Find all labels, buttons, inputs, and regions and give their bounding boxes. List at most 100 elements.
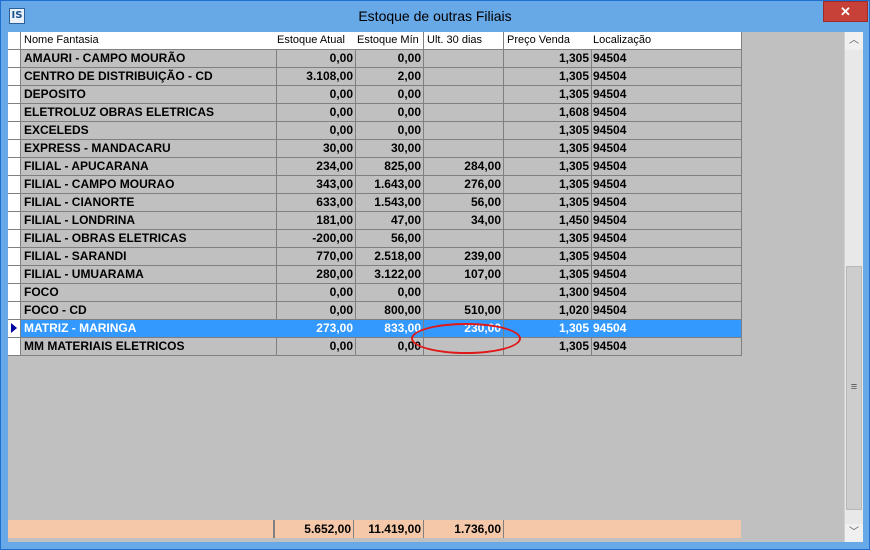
row-indicator[interactable] bbox=[8, 86, 21, 104]
cell-preco-venda[interactable]: 1,305 bbox=[504, 68, 592, 86]
cell-localizacao[interactable]: 94504 bbox=[590, 86, 742, 104]
cell-ult-30-dias[interactable] bbox=[424, 50, 504, 68]
cell-preco-venda[interactable]: 1,305 bbox=[504, 338, 592, 356]
cell-nome-fantasia[interactable]: FILIAL - SARANDI bbox=[21, 248, 277, 266]
cell-estoque-min[interactable]: 2.518,00 bbox=[354, 248, 424, 266]
cell-localizacao[interactable]: 94504 bbox=[590, 104, 742, 122]
cell-estoque-atual[interactable]: 234,00 bbox=[274, 158, 356, 176]
row-indicator[interactable] bbox=[8, 158, 21, 176]
cell-nome-fantasia[interactable]: FILIAL - CIANORTE bbox=[21, 194, 277, 212]
cell-ult-30-dias[interactable] bbox=[424, 230, 504, 248]
table-row[interactable]: CENTRO DE DISTRIBUIÇÃO - CD 3.108,00 2,00 1… bbox=[8, 68, 742, 86]
cell-preco-venda[interactable]: 1,305 bbox=[504, 86, 592, 104]
title-bar[interactable]: IS Estoque de outras Filiais ✕ bbox=[1, 1, 869, 32]
cell-preco-venda[interactable]: 1,305 bbox=[504, 194, 592, 212]
cell-localizacao[interactable]: 94504 bbox=[590, 194, 742, 212]
cell-estoque-min[interactable]: 0,00 bbox=[354, 50, 424, 68]
table-row[interactable]: FOCO - CD 0,00 800,00 510,00 1,020 94504 bbox=[8, 302, 742, 320]
scroll-up-icon[interactable]: ︿ bbox=[845, 32, 863, 50]
cell-estoque-min[interactable]: 0,00 bbox=[354, 338, 424, 356]
cell-ult-30-dias[interactable] bbox=[424, 104, 504, 122]
row-indicator[interactable] bbox=[8, 248, 21, 266]
cell-localizacao[interactable]: 94504 bbox=[590, 230, 742, 248]
cell-ult-30-dias[interactable] bbox=[424, 122, 504, 140]
cell-preco-venda[interactable]: 1,608 bbox=[504, 104, 592, 122]
cell-estoque-atual[interactable]: 280,00 bbox=[274, 266, 356, 284]
cell-ult-30-dias[interactable]: 230,00 bbox=[424, 320, 504, 338]
cell-preco-venda[interactable]: 1,305 bbox=[504, 140, 592, 158]
cell-localizacao[interactable]: 94504 bbox=[590, 212, 742, 230]
cell-nome-fantasia[interactable]: FOCO - CD bbox=[21, 302, 277, 320]
table-row[interactable]: FILIAL - UMUARAMA 280,00 3.122,00 107,00 1,3… bbox=[8, 266, 742, 284]
table-row[interactable]: DEPOSITO 0,00 0,00 1,305 94504 bbox=[8, 86, 742, 104]
cell-preco-venda[interactable]: 1,020 bbox=[504, 302, 592, 320]
cell-preco-venda[interactable]: 1,450 bbox=[504, 212, 592, 230]
cell-preco-venda[interactable]: 1,305 bbox=[504, 230, 592, 248]
cell-nome-fantasia[interactable]: FILIAL - OBRAS ELETRICAS bbox=[21, 230, 277, 248]
cell-estoque-min[interactable]: 30,00 bbox=[354, 140, 424, 158]
cell-estoque-min[interactable]: 0,00 bbox=[354, 284, 424, 302]
cell-ult-30-dias[interactable] bbox=[424, 338, 504, 356]
cell-estoque-min[interactable]: 47,00 bbox=[354, 212, 424, 230]
cell-localizacao[interactable]: 94504 bbox=[590, 248, 742, 266]
cell-ult-30-dias[interactable] bbox=[424, 86, 504, 104]
table-row[interactable]: MM MATERIAIS ELETRICOS 0,00 0,00 1,305 94504 bbox=[8, 338, 742, 356]
cell-ult-30-dias[interactable]: 276,00 bbox=[424, 176, 504, 194]
row-indicator[interactable] bbox=[8, 338, 21, 356]
cell-estoque-min[interactable]: 1.543,00 bbox=[354, 194, 424, 212]
scroll-thumb[interactable]: ≡ bbox=[846, 266, 862, 510]
close-button[interactable]: ✕ bbox=[823, 1, 868, 22]
cell-localizacao[interactable]: 94504 bbox=[590, 68, 742, 86]
cell-localizacao[interactable]: 94504 bbox=[590, 302, 742, 320]
cell-preco-venda[interactable]: 1,300 bbox=[504, 284, 592, 302]
cell-estoque-min[interactable]: 0,00 bbox=[354, 86, 424, 104]
cell-estoque-atual[interactable]: 633,00 bbox=[274, 194, 356, 212]
column-header-estoque-atual[interactable]: Estoque Atual bbox=[274, 32, 356, 50]
row-indicator[interactable] bbox=[8, 122, 21, 140]
row-indicator[interactable] bbox=[8, 302, 21, 320]
row-indicator[interactable] bbox=[8, 50, 21, 68]
cell-localizacao[interactable]: 94504 bbox=[590, 284, 742, 302]
cell-estoque-min[interactable]: 2,00 bbox=[354, 68, 424, 86]
cell-localizacao[interactable]: 94504 bbox=[590, 122, 742, 140]
cell-ult-30-dias[interactable]: 284,00 bbox=[424, 158, 504, 176]
cell-estoque-atual[interactable]: 273,00 bbox=[274, 320, 356, 338]
cell-preco-venda[interactable]: 1,305 bbox=[504, 176, 592, 194]
cell-estoque-min[interactable]: 833,00 bbox=[354, 320, 424, 338]
table-row[interactable]: ELETROLUZ OBRAS ELETRICAS 0,00 0,00 1,608 94… bbox=[8, 104, 742, 122]
cell-estoque-min[interactable]: 0,00 bbox=[354, 122, 424, 140]
table-row[interactable]: EXCELEDS 0,00 0,00 1,305 94504 bbox=[8, 122, 742, 140]
table-row[interactable]: MATRIZ - MARINGA 273,00 833,00 230,00 1,305 9… bbox=[8, 320, 742, 338]
cell-nome-fantasia[interactable]: EXPRESS - MANDACARU bbox=[21, 140, 277, 158]
cell-ult-30-dias[interactable] bbox=[424, 140, 504, 158]
cell-estoque-atual[interactable]: 0,00 bbox=[274, 104, 356, 122]
table-row[interactable]: FILIAL - CAMPO MOURAO 343,00 1.643,00 276,0… bbox=[8, 176, 742, 194]
cell-ult-30-dias[interactable]: 56,00 bbox=[424, 194, 504, 212]
table-row[interactable]: FILIAL - APUCARANA 234,00 825,00 284,00 1,30… bbox=[8, 158, 742, 176]
cell-nome-fantasia[interactable]: FOCO bbox=[21, 284, 277, 302]
column-header-ult-30-dias[interactable]: Ult. 30 dias bbox=[424, 32, 504, 50]
row-indicator[interactable] bbox=[8, 266, 21, 284]
cell-localizacao[interactable]: 94504 bbox=[590, 176, 742, 194]
cell-estoque-min[interactable]: 825,00 bbox=[354, 158, 424, 176]
row-indicator[interactable] bbox=[8, 68, 21, 86]
cell-estoque-atual[interactable]: 770,00 bbox=[274, 248, 356, 266]
cell-estoque-atual[interactable]: 0,00 bbox=[274, 302, 356, 320]
column-header-estoque-min[interactable]: Estoque Mín bbox=[354, 32, 424, 50]
cell-preco-venda[interactable]: 1,305 bbox=[504, 248, 592, 266]
cell-estoque-min[interactable]: 0,00 bbox=[354, 104, 424, 122]
column-header-preco-venda[interactable]: Preço Venda bbox=[504, 32, 592, 50]
cell-preco-venda[interactable]: 1,305 bbox=[504, 50, 592, 68]
row-indicator[interactable] bbox=[8, 212, 21, 230]
row-indicator[interactable] bbox=[8, 104, 21, 122]
cell-nome-fantasia[interactable]: DEPOSITO bbox=[21, 86, 277, 104]
cell-estoque-atual[interactable]: 3.108,00 bbox=[274, 68, 356, 86]
cell-nome-fantasia[interactable]: AMAURI - CAMPO MOURÃO bbox=[21, 50, 277, 68]
table-row[interactable]: FILIAL - CIANORTE 633,00 1.543,00 56,00 1,30… bbox=[8, 194, 742, 212]
table-row[interactable]: FILIAL - LONDRINA 181,00 47,00 34,00 1,450 94… bbox=[8, 212, 742, 230]
column-header-nome-fantasia[interactable]: Nome Fantasia bbox=[21, 32, 277, 50]
scroll-down-icon[interactable]: ﹀ bbox=[845, 524, 863, 542]
cell-localizacao[interactable]: 94504 bbox=[590, 266, 742, 284]
cell-estoque-atual[interactable]: 343,00 bbox=[274, 176, 356, 194]
cell-nome-fantasia[interactable]: ELETROLUZ OBRAS ELETRICAS bbox=[21, 104, 277, 122]
